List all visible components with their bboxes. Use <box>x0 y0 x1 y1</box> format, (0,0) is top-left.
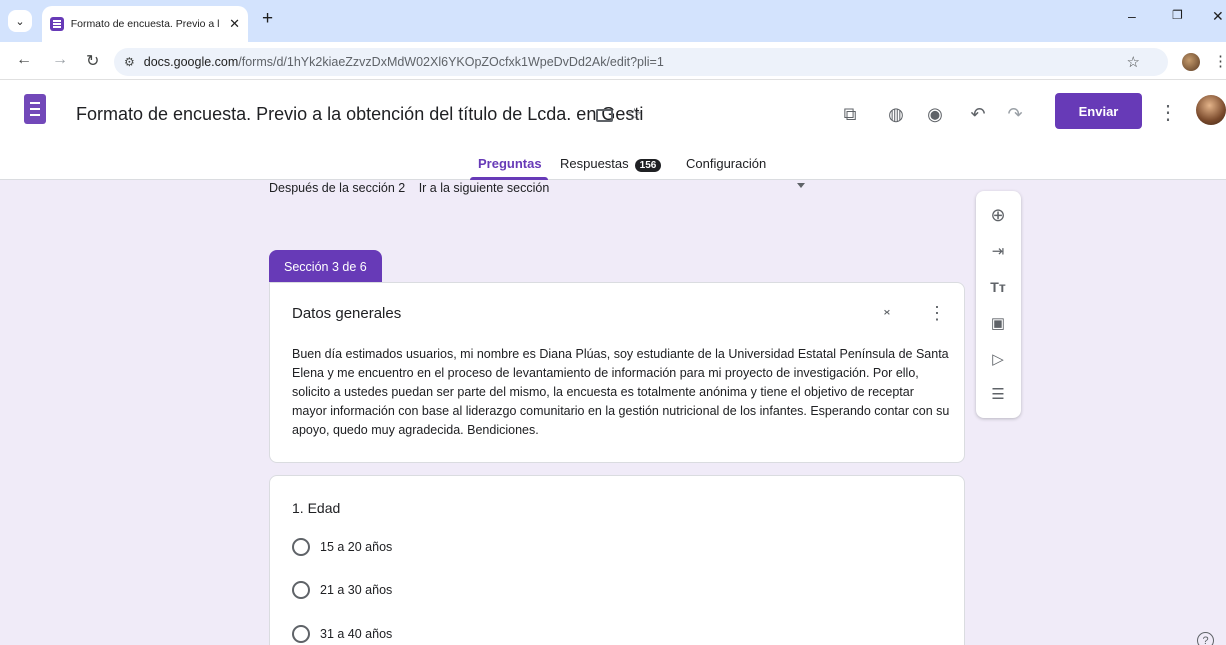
customize-theme-icon[interactable]: ⧉ <box>838 102 862 126</box>
question-toolbar: ⊕ ⇥ Tт ▣ ▷ ☰ <box>976 191 1021 418</box>
import-questions-icon[interactable]: ⇥ <box>988 241 1008 261</box>
tab-responses[interactable]: Respuestas 156 <box>560 156 662 172</box>
section-card[interactable]: Datos generales ⌄ ⌃ ⋮ Buen día estimados … <box>269 282 965 463</box>
close-window-icon[interactable]: ✕ <box>1212 8 1224 25</box>
form-title[interactable]: Formato de encuesta. Previo a la obtenci… <box>76 104 643 125</box>
help-icon[interactable]: ? <box>1197 632 1214 645</box>
forms-logo[interactable] <box>24 94 46 124</box>
url-domain: docs.google.com <box>143 55 239 69</box>
back-icon[interactable]: ← <box>16 51 32 69</box>
user-avatar[interactable] <box>1196 95 1226 125</box>
active-tab-indicator <box>470 177 548 180</box>
radio-option[interactable]: 21 a 30 años <box>292 581 392 599</box>
option-label: 31 a 40 años <box>320 627 393 641</box>
browser-tab[interactable]: Formato de encuesta. Previo a l ✕ <box>42 6 248 42</box>
preview-eye-icon[interactable]: ◉ <box>923 102 947 126</box>
add-section-icon[interactable]: ☰ <box>988 384 1008 404</box>
after-section-label: Después de la sección 2 <box>269 181 406 195</box>
tab-responses-label: Respuestas <box>560 156 629 171</box>
radio-option[interactable]: 15 a 20 años <box>292 538 392 556</box>
tab-settings[interactable]: Configuración <box>686 156 766 171</box>
question-card[interactable]: 1. Edad 15 a 20 años 21 a 30 años 31 a 4… <box>269 475 965 645</box>
section-description[interactable]: Buen día estimados usuarios, mi nombre e… <box>292 345 952 440</box>
after-section-selector[interactable]: Después de la sección 2 Ir a la siguient… <box>269 181 809 195</box>
tab-questions[interactable]: Preguntas <box>478 156 542 171</box>
restore-icon[interactable]: ❐ <box>1172 8 1183 22</box>
tab-search-icon[interactable]: ⌄ <box>8 10 32 32</box>
option-label: 21 a 30 años <box>320 583 393 597</box>
browser-toolbar: ← → ↻ ⚙ docs.google.com/forms/d/1hYk2kia… <box>0 42 1226 80</box>
add-title-icon[interactable]: Tт <box>988 277 1008 297</box>
redo-icon[interactable]: ↷ <box>1003 102 1027 126</box>
tab-title: Formato de encuesta. Previo a l <box>70 18 220 30</box>
after-section-value: Ir a la siguiente sección <box>418 181 550 195</box>
question-title[interactable]: 1. Edad <box>292 500 340 516</box>
section-indicator: Sección 3 de 6 <box>269 250 382 283</box>
section-more-icon[interactable]: ⋮ <box>928 303 946 324</box>
forward-icon[interactable]: → <box>52 51 68 69</box>
dropdown-arrow-icon[interactable] <box>797 183 805 188</box>
reload-icon[interactable]: ↻ <box>86 51 99 71</box>
palette-icon[interactable]: ◍ <box>884 102 908 126</box>
responses-count-badge: 156 <box>634 159 662 172</box>
minimize-icon[interactable]: – <box>1128 8 1136 24</box>
undo-icon[interactable]: ↶ <box>966 102 990 126</box>
site-settings-icon[interactable]: ⚙ <box>124 55 135 69</box>
option-label: 15 a 20 años <box>320 540 393 554</box>
star-icon[interactable]: ☆ <box>627 105 642 125</box>
send-button[interactable]: Enviar <box>1055 93 1142 129</box>
radio-button[interactable] <box>292 538 310 556</box>
form-favicon <box>50 17 64 31</box>
bookmark-star-icon[interactable]: ☆ <box>1127 53 1140 71</box>
folder-icon[interactable] <box>596 108 613 122</box>
new-tab-icon[interactable]: + <box>262 9 273 29</box>
section-title[interactable]: Datos generales <box>292 305 401 322</box>
browser-tab-strip: ⌄ Formato de encuesta. Previo a l ✕ + – … <box>0 0 1226 42</box>
radio-button[interactable] <box>292 625 310 643</box>
radio-button[interactable] <box>292 581 310 599</box>
collapse-section-icon[interactable]: ⌄ ⌃ <box>881 302 893 323</box>
url-text: docs.google.com/forms/d/1hYk2kiaeZzvzDxM… <box>144 55 664 69</box>
form-tabs: Preguntas Respuestas 156 Configuración <box>0 152 1226 180</box>
add-question-icon[interactable]: ⊕ <box>988 205 1008 225</box>
more-vert-icon[interactable]: ⋮ <box>1158 100 1178 125</box>
add-video-icon[interactable]: ▷ <box>988 349 1008 369</box>
url-path: /forms/d/1hYk2kiaeZzvzDxMdW02Xl6YKOpZOcf… <box>238 55 664 69</box>
radio-option[interactable]: 31 a 40 años <box>292 625 392 643</box>
close-icon[interactable]: ✕ <box>229 16 240 32</box>
chrome-menu-icon[interactable]: ⋮ <box>1213 52 1226 70</box>
profile-avatar[interactable] <box>1182 53 1200 71</box>
forms-header: Formato de encuesta. Previo a la obtenci… <box>0 80 1226 180</box>
add-image-icon[interactable]: ▣ <box>988 313 1008 333</box>
address-bar[interactable]: ⚙ docs.google.com/forms/d/1hYk2kiaeZzvzD… <box>114 48 1168 76</box>
